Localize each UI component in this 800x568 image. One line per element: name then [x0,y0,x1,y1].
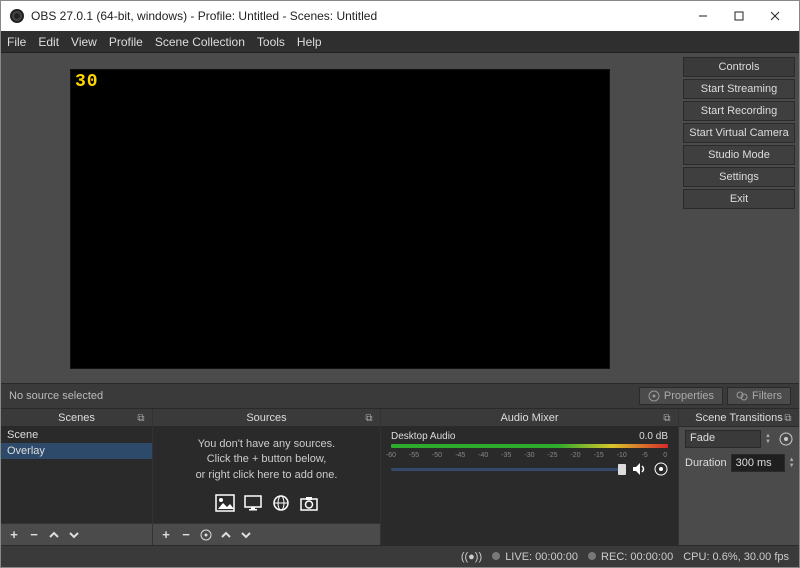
sources-header: Sources⧉ [153,409,380,427]
popout-icon[interactable]: ⧉ [362,411,376,425]
transition-select-spin[interactable]: ▲▼ [765,433,775,445]
menu-profile[interactable]: Profile [109,35,143,49]
maximize-button[interactable] [721,2,757,30]
source-up-button[interactable] [219,528,233,542]
popout-icon[interactable]: ⧉ [134,411,148,425]
popout-icon[interactable]: ⧉ [781,411,795,425]
volume-slider[interactable] [391,468,626,471]
browser-source-icon [270,493,292,513]
start-recording-button[interactable]: Start Recording [683,101,795,121]
signal-icon: ((●)) [461,551,482,563]
transition-settings-button[interactable] [779,432,793,446]
app-body: 30 Controls Start Streaming Start Record… [1,53,799,567]
remove-scene-button[interactable]: − [27,528,41,542]
status-bar: ((●)) LIVE: 00:00:00 REC: 00:00:00 CPU: … [1,545,799,567]
sources-empty-message: You don't have any sources. Click the + … [153,427,380,489]
speaker-icon[interactable] [632,462,648,476]
transitions-body: Fade ▲▼ Duration ▲▼ [679,427,799,545]
filters-button[interactable]: Filters [727,387,791,405]
mixer-header: Audio Mixer⧉ [381,409,678,427]
titlebar: OBS 27.0.1 (64-bit, windows) - Profile: … [1,1,799,31]
menu-edit[interactable]: Edit [38,35,59,49]
preview-container: 30 [1,53,679,383]
docks: Scenes⧉ Scene Overlay + − Sources⧉ You d… [1,409,799,545]
menubar: File Edit View Profile Scene Collection … [1,31,799,53]
fps-overlay: 30 [75,72,99,92]
scenes-dock: Scenes⧉ Scene Overlay + − [1,409,153,545]
properties-label: Properties [664,390,714,402]
app-icon [9,8,25,24]
app-window: OBS 27.0.1 (64-bit, windows) - Profile: … [0,0,800,568]
track-name: Desktop Audio [391,431,456,442]
remove-source-button[interactable]: − [179,528,193,542]
camera-source-icon [298,493,320,513]
sources-dock: Sources⧉ You don't have any sources. Cli… [153,409,381,545]
studio-mode-button[interactable]: Studio Mode [683,145,795,165]
scenes-list[interactable]: Scene Overlay [1,427,152,523]
display-source-icon [242,493,264,513]
track-db: 0.0 dB [639,431,668,442]
source-toolbar: No source selected Properties Filters [1,383,799,409]
scenes-footer: + − [1,523,152,545]
settings-button[interactable]: Settings [683,167,795,187]
transition-select[interactable]: Fade [685,430,761,448]
menu-file[interactable]: File [7,35,26,49]
level-scale [391,444,668,448]
transitions-header: Scene Transitions⧉ [679,409,799,427]
window-title: OBS 27.0.1 (64-bit, windows) - Profile: … [31,9,685,23]
exit-button[interactable]: Exit [683,189,795,209]
add-scene-button[interactable]: + [7,528,21,542]
db-ticks: -60 -55 -50 -45 -40 -35 -30 -25 -20 -15 … [391,452,668,460]
controls-dock: Controls Start Streaming Start Recording… [679,53,799,383]
cpu-status: CPU: 0.6%, 30.00 fps [683,551,789,563]
sources-footer: + − [153,523,380,545]
filters-icon [736,390,748,402]
live-status: LIVE: 00:00:00 [492,551,578,563]
no-source-label: No source selected [9,390,635,402]
track-settings-button[interactable] [654,462,668,476]
scenes-header: Scenes⧉ [1,409,152,427]
start-virtual-camera-button[interactable]: Start Virtual Camera [683,123,795,143]
menu-help[interactable]: Help [297,35,322,49]
mixer-body: Desktop Audio 0.0 dB -60 -55 -50 -45 -40… [381,427,678,545]
add-source-button[interactable]: + [159,528,173,542]
sources-list[interactable]: You don't have any sources. Click the + … [153,427,380,523]
scene-down-button[interactable] [67,528,81,542]
audio-track: Desktop Audio 0.0 dB -60 -55 -50 -45 -40… [381,427,678,476]
preview-canvas[interactable]: 30 [70,69,610,369]
scene-item[interactable]: Scene [1,427,152,443]
image-source-icon [214,493,236,513]
source-settings-button[interactable] [199,528,213,542]
start-streaming-button[interactable]: Start Streaming [683,79,795,99]
source-type-icons [153,493,380,513]
slider-thumb[interactable] [618,464,626,475]
controls-header: Controls [683,57,795,77]
scene-up-button[interactable] [47,528,61,542]
popout-icon[interactable]: ⧉ [660,411,674,425]
source-down-button[interactable] [239,528,253,542]
duration-label: Duration [685,457,727,469]
menu-tools[interactable]: Tools [257,35,285,49]
filters-label: Filters [752,390,782,402]
upper-region: 30 Controls Start Streaming Start Record… [1,53,799,383]
menu-scene-collection[interactable]: Scene Collection [155,35,245,49]
audio-mixer-dock: Audio Mixer⧉ Desktop Audio 0.0 dB -60 -5… [381,409,679,545]
gear-icon [648,390,660,402]
minimize-button[interactable] [685,2,721,30]
menu-view[interactable]: View [71,35,97,49]
properties-button[interactable]: Properties [639,387,723,405]
rec-status: REC: 00:00:00 [588,551,673,563]
transitions-dock: Scene Transitions⧉ Fade ▲▼ Duration ▲▼ [679,409,799,545]
close-button[interactable] [757,2,793,30]
duration-spin[interactable]: ▲▼ [789,457,795,469]
scene-item[interactable]: Overlay [1,443,152,459]
duration-input[interactable] [731,454,785,472]
